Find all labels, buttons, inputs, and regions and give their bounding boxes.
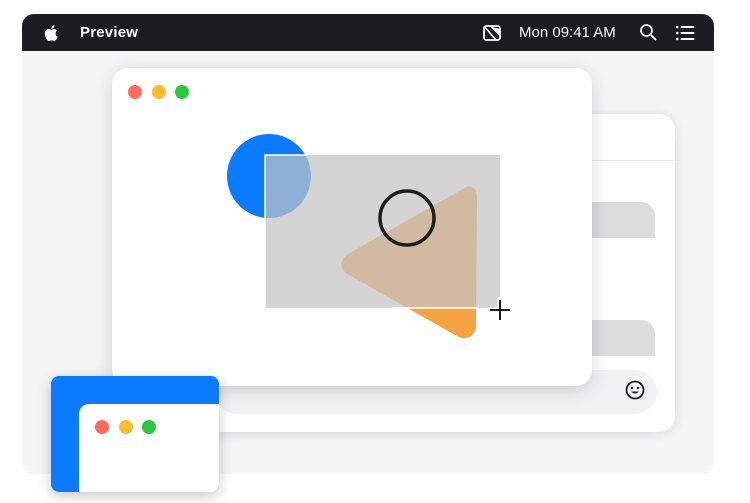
minimize-button[interactable] <box>119 420 133 434</box>
apple-logo-icon[interactable] <box>42 23 62 43</box>
crosshair-icon <box>487 297 513 323</box>
emoji-icon[interactable] <box>623 378 647 402</box>
close-button[interactable] <box>95 420 109 434</box>
menu-bar-clock[interactable]: Mon 09:41 AM <box>519 24 616 41</box>
zoom-button[interactable] <box>142 420 156 434</box>
message-bubble <box>590 202 655 238</box>
preview-canvas <box>227 134 500 339</box>
minimized-window[interactable] <box>51 376 219 492</box>
preview-window[interactable] <box>112 68 592 386</box>
window-divider <box>590 160 675 161</box>
control-center-icon[interactable] <box>482 23 502 43</box>
menu-bar: Preview Mon 09:41 AM <box>22 14 714 51</box>
list-icon[interactable] <box>675 24 695 42</box>
app-name[interactable]: Preview <box>80 24 138 41</box>
search-icon[interactable] <box>639 23 657 41</box>
message-bubble <box>590 320 655 356</box>
window-content <box>79 404 219 492</box>
